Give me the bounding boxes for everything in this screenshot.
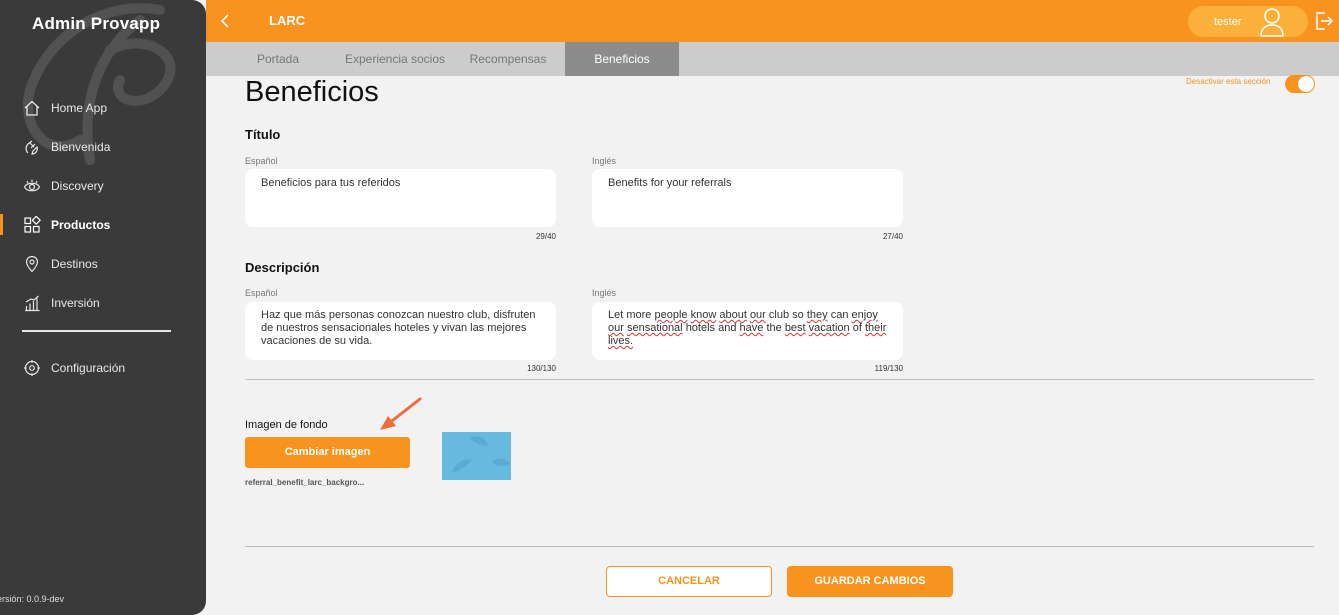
section-tabs: Portada Experiencia socios Recompensas B… <box>206 42 1339 76</box>
sidebar-divider <box>22 330 171 332</box>
app-version: ersión: 0.0.9-dev <box>0 594 65 604</box>
descripcion-es-input[interactable]: Haz que más personas conozcan nuestro cl… <box>245 302 556 360</box>
tab-recompensas[interactable]: Recompensas <box>464 42 552 76</box>
home-icon <box>22 98 42 118</box>
map-pin-icon <box>22 254 42 274</box>
cancel-button[interactable]: CANCELAR <box>606 566 772 597</box>
descripcion-en-counter: 119/130 <box>874 364 903 373</box>
sidebar-item-label: Configuración <box>51 360 126 375</box>
bar-chart-icon <box>22 293 42 313</box>
sidebar-item-discovery[interactable]: Discovery <box>0 166 206 205</box>
sidebar-item-label: Productos <box>51 217 111 232</box>
titulo-en-label: Inglés <box>592 156 617 166</box>
chevron-left-icon[interactable] <box>218 12 234 30</box>
image-filename: referral_benefit_larc_backgro... <box>245 478 365 487</box>
sidebar-item-label: Home App <box>51 100 108 115</box>
wave-hand-icon <box>22 137 42 157</box>
sidebar-item-configuracion[interactable]: Configuración <box>0 348 206 387</box>
gear-icon <box>22 358 42 378</box>
descripcion-es-label: Español <box>245 288 278 298</box>
tab-beneficios[interactable]: Beneficios <box>565 42 679 76</box>
titulo-en-input[interactable]: Benefits for your referrals <box>592 169 903 227</box>
sidebar-item-label: Inversión <box>51 295 100 310</box>
sidebar-item-home-app[interactable]: Home App <box>0 88 206 127</box>
logout-icon[interactable] <box>1314 11 1334 31</box>
toggle-label: Desactivar esta sección <box>1186 77 1271 86</box>
sidebar-item-label: Destinos <box>51 256 98 271</box>
titulo-es-input[interactable]: Beneficios para tus referidos <box>245 169 556 227</box>
user-menu-button[interactable]: tester <box>1188 6 1308 37</box>
change-image-button[interactable]: Cambiar imagen <box>245 437 410 468</box>
section-toggle[interactable] <box>1285 75 1315 93</box>
app-title: LARC <box>269 13 306 28</box>
leaf-pattern-icon <box>452 436 510 472</box>
user-name: tester <box>1214 16 1242 28</box>
top-bar: LARC tester <box>206 0 1339 42</box>
descripcion-en-input[interactable]: Let more people know about our club so t… <box>592 302 903 360</box>
main-content: Beneficios Desactivar esta sección Títul… <box>206 75 1339 615</box>
titulo-es-label: Español <box>245 156 278 166</box>
save-changes-button[interactable]: GUARDAR CAMBIOS <box>787 566 953 597</box>
sidebar-item-inversion[interactable]: Inversión <box>0 283 206 322</box>
imagen-label: Imagen de fondo <box>245 419 328 431</box>
sidebar-item-label: Discovery <box>51 178 104 193</box>
descripcion-heading: Descripción <box>245 260 320 275</box>
sidebar-item-label: Bienvenida <box>51 139 111 154</box>
divider <box>245 546 1314 547</box>
sidebar: Admin Provapp Home App Bienvenida Discov… <box>0 0 206 615</box>
toggle-knob <box>1298 76 1314 92</box>
sidebar-item-destinos[interactable]: Destinos <box>0 244 206 283</box>
descripcion-en-label: Inglés <box>592 288 617 298</box>
grid-icon <box>22 215 42 235</box>
sidebar-item-bienvenida[interactable]: Bienvenida <box>0 127 206 166</box>
divider <box>245 379 1314 380</box>
brand-title: Admin Provapp <box>32 14 161 33</box>
tab-portada[interactable]: Portada <box>242 42 314 76</box>
eye-icon <box>22 176 42 196</box>
tab-experiencia-socios[interactable]: Experiencia socios <box>337 42 453 76</box>
titulo-es-counter: 29/40 <box>535 232 556 241</box>
descripcion-es-counter: 130/130 <box>527 364 556 373</box>
page-title: Beneficios <box>245 76 379 108</box>
titulo-en-counter: 27/40 <box>882 232 903 241</box>
titulo-heading: Título <box>245 127 281 142</box>
sidebar-nav: Home App Bienvenida Discovery Productos … <box>0 88 206 322</box>
user-avatar-icon <box>1260 8 1284 37</box>
arrow-annotation-icon <box>380 397 422 430</box>
background-image-thumbnail <box>442 432 511 480</box>
sidebar-item-productos[interactable]: Productos <box>0 205 206 244</box>
